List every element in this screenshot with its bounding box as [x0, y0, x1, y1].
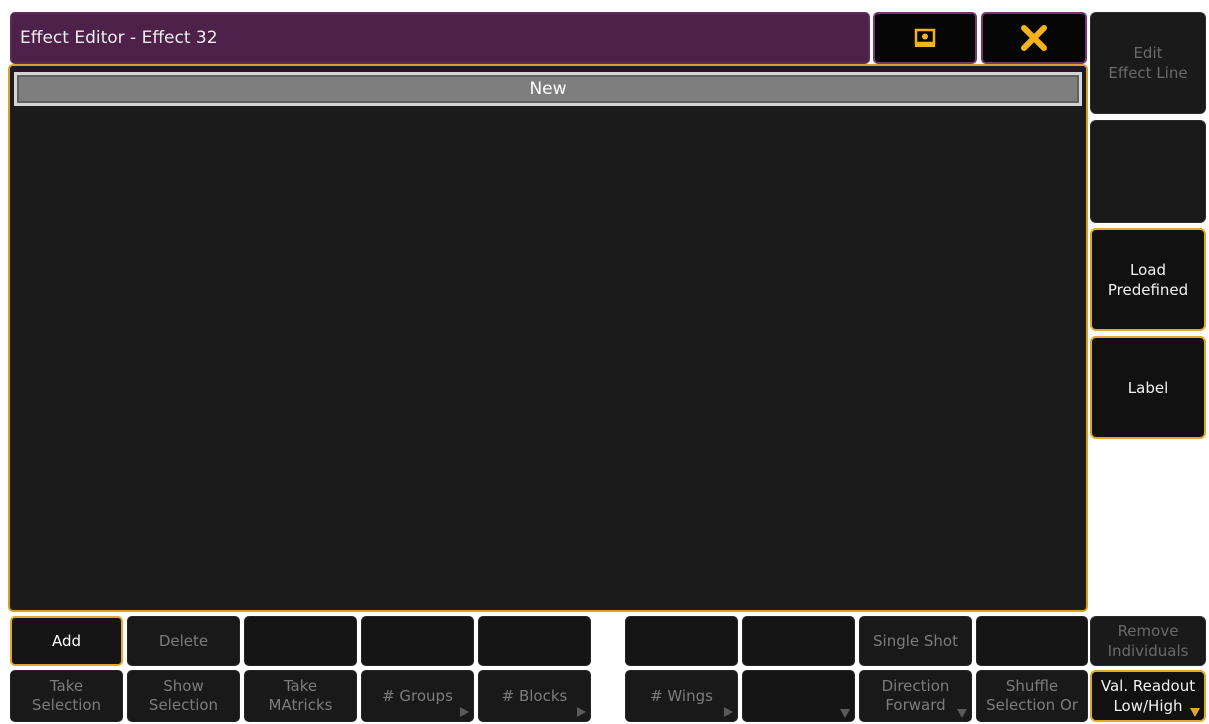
val-readout-button[interactable]: Val. Readout Low/High [1090, 670, 1206, 722]
load-predefined-button[interactable]: Load Predefined [1090, 228, 1206, 331]
val-readout-label: Val. Readout Low/High [1100, 677, 1196, 715]
shuffle-label: Shuffle Selection Or [986, 677, 1078, 714]
empty-dropdown-button[interactable] [742, 670, 855, 722]
dropdown-arrow-icon [957, 709, 967, 718]
blocks-button[interactable]: # Blocks [478, 670, 591, 722]
dropdown-arrow-icon [840, 709, 850, 718]
groups-label: # Groups [382, 686, 453, 705]
view-button[interactable] [873, 12, 977, 64]
delete-button[interactable]: Delete [127, 616, 240, 666]
remove-individuals-button[interactable]: Remove Individuals [1090, 616, 1206, 666]
direction-label: Direction Forward [881, 677, 950, 714]
wings-button[interactable]: # Wings [625, 670, 738, 722]
show-selection-button[interactable]: Show Selection [127, 670, 240, 722]
wings-label: # Wings [650, 686, 713, 705]
empty-button-4[interactable] [625, 616, 738, 666]
add-button[interactable]: Add [10, 616, 123, 666]
label-button[interactable]: Label [1090, 336, 1206, 439]
direction-button[interactable]: Direction Forward [859, 670, 972, 722]
single-shot-button[interactable]: Single Shot [859, 616, 972, 666]
new-effect-line-row[interactable]: New [14, 72, 1082, 106]
window-title: Effect Editor - Effect 32 [20, 28, 218, 48]
empty-button-6[interactable] [976, 616, 1088, 666]
close-icon [1021, 25, 1047, 51]
effect-editor-panel [8, 64, 1088, 612]
window-title-bar: Effect Editor - Effect 32 [10, 12, 870, 64]
empty-button-5[interactable] [742, 616, 855, 666]
new-row-label: New [529, 79, 567, 99]
groups-button[interactable]: # Groups [361, 670, 474, 722]
screen-icon [914, 28, 936, 47]
close-button[interactable] [981, 12, 1087, 64]
edit-effect-line-button[interactable]: Edit Effect Line [1090, 12, 1206, 114]
take-matricks-button[interactable]: Take MAtricks [244, 670, 357, 722]
arrow-right-icon [460, 707, 469, 717]
take-selection-button[interactable]: Take Selection [10, 670, 123, 722]
empty-button-2[interactable] [361, 616, 474, 666]
arrow-right-icon [724, 707, 733, 717]
dropdown-arrow-icon [1190, 708, 1200, 717]
blocks-label: # Blocks [501, 686, 568, 705]
side-empty-button[interactable] [1090, 120, 1206, 223]
empty-button-1[interactable] [244, 616, 357, 666]
shuffle-selection-order-button[interactable]: Shuffle Selection Or [976, 670, 1088, 722]
empty-button-3[interactable] [478, 616, 591, 666]
arrow-right-icon [577, 707, 586, 717]
